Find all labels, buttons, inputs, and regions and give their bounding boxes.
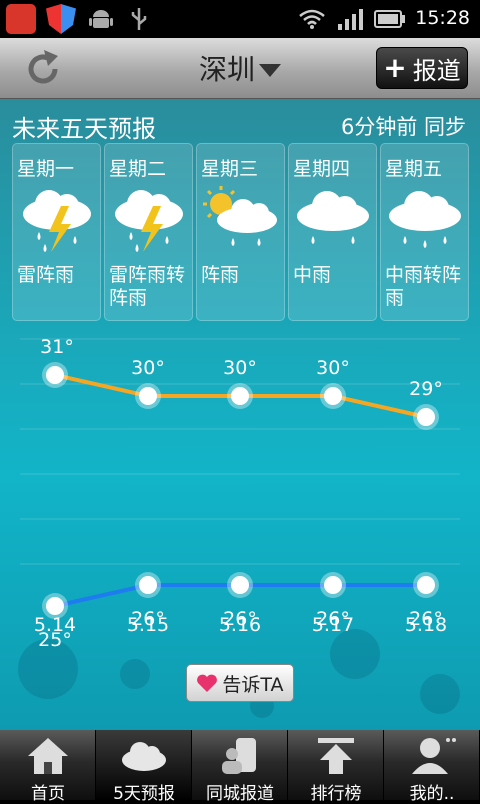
battery-icon [374, 10, 405, 28]
day-card: 星期二 雷阵雨转阵雨 [104, 143, 193, 321]
thunderstorm-icon [115, 190, 183, 252]
high-temp-label: 30° [131, 357, 165, 379]
heart-icon [197, 674, 218, 692]
nav-label: 排行榜 [310, 784, 362, 804]
forecast-title: 未来五天预报 [12, 115, 156, 143]
temperature-chart: 31°30° 30° 30°29°25°26° 26° 26° 26°5.14 5.15 5.… [20, 336, 460, 649]
nav-forecast[interactable]: 5天预报 [96, 730, 192, 804]
report-button-label: 报道 [412, 56, 461, 85]
cloud-rain-icon [297, 191, 369, 244]
dropdown-triangle-icon [259, 63, 281, 77]
thunderstorm-icon [23, 190, 91, 252]
usb-icon [131, 8, 147, 30]
clock-time: 15:28 [415, 7, 470, 29]
high-temp-label: 30° [316, 357, 350, 379]
bottom-nav: 首页 5天预报 同城报道 排行榜 我的.. [0, 730, 480, 804]
android-debug-icon [89, 10, 113, 28]
low-temp-point [324, 576, 342, 594]
day-condition: 中雨转阵雨 [385, 264, 462, 309]
user-icon [412, 738, 456, 774]
wifi-icon [299, 9, 325, 29]
high-temp-point [139, 387, 157, 405]
sun-cloud-rain-icon [203, 186, 277, 246]
upload-arrow-icon [318, 738, 354, 774]
notification-app-icon [6, 4, 36, 34]
day-name: 星期四 [293, 158, 351, 180]
high-temp-point [46, 366, 64, 384]
sync-status: 6分钟前 同步 [340, 115, 466, 139]
forecast-panel: 未来五天预报 6分钟前 同步 星期一 雷阵雨 星期二 雷阵雨转阵雨 星期三 阵雨… [0, 99, 480, 730]
nav-label: 同城报道 [206, 784, 274, 804]
home-icon [28, 738, 68, 774]
day-condition: 雷阵雨转阵雨 [109, 264, 186, 309]
signal-icon [338, 9, 363, 30]
day-condition: 中雨 [293, 264, 332, 286]
nav-label: 5天预报 [113, 784, 175, 804]
nav-profile[interactable]: 我的.. [384, 730, 480, 804]
city-selector[interactable]: 深圳 [199, 48, 281, 88]
nav-local-report[interactable]: 同城报道 [192, 730, 288, 804]
day-name: 星期一 [17, 158, 75, 180]
low-temp-point [231, 576, 249, 594]
high-temp-label: 30° [223, 357, 257, 379]
date-tick-label: 5.18 [405, 614, 447, 636]
day-card: 星期五 中雨转阵雨 [380, 143, 469, 321]
date-tick-label: 5.14 [34, 614, 76, 636]
cloud-rain-icon [389, 191, 461, 248]
day-name: 星期三 [201, 158, 259, 180]
day-condition: 阵雨 [201, 264, 240, 286]
low-temp-point [139, 576, 157, 594]
high-temp-point [231, 387, 249, 405]
date-tick-label: 5.15 [127, 614, 169, 636]
nav-label: 我的.. [409, 784, 455, 804]
status-bar: 15:28 [0, 0, 480, 38]
camera-person-icon [222, 738, 256, 774]
report-button[interactable]: + 报道 [376, 47, 468, 89]
cloud-icon [122, 742, 166, 771]
day-card: 星期一 雷阵雨 [12, 143, 101, 321]
date-tick-label: 5.16 [219, 614, 261, 636]
title-bar: 深圳 + 报道 [0, 38, 480, 99]
shield-icon [46, 4, 76, 34]
day-card: 星期三 阵雨 [196, 143, 285, 321]
day-name: 星期五 [385, 158, 443, 180]
high-temp-point [417, 408, 435, 426]
high-temp-label: 29° [409, 378, 443, 400]
tell-ta-label: 告诉TA [222, 673, 284, 696]
decor-bubble [120, 659, 150, 689]
day-name: 星期二 [109, 158, 167, 180]
day-card: 星期四 中雨 [288, 143, 377, 321]
low-temp-point [417, 576, 435, 594]
tell-ta-button[interactable]: 告诉TA [186, 664, 294, 702]
plus-icon: + [383, 51, 407, 84]
date-tick-label: 5.17 [312, 614, 354, 636]
high-temp-point [324, 387, 342, 405]
nav-ranking[interactable]: 排行榜 [288, 730, 384, 804]
high-temp-label: 31° [40, 336, 74, 358]
day-condition: 雷阵雨 [17, 264, 75, 286]
decor-bubble [420, 674, 460, 714]
nav-home[interactable]: 首页 [0, 730, 96, 804]
nav-label: 首页 [31, 784, 65, 804]
city-name: 深圳 [198, 53, 255, 86]
low-temp-point [46, 597, 64, 615]
